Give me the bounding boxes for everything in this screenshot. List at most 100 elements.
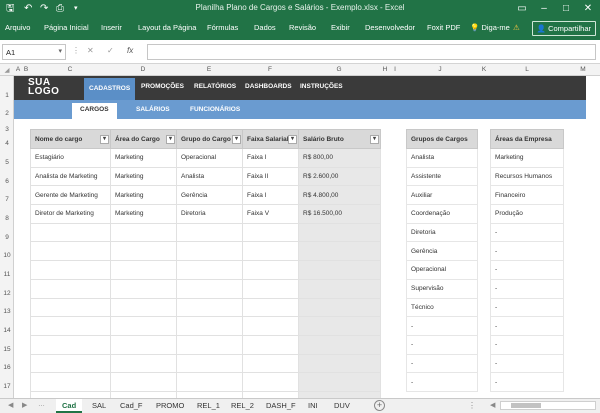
- col-header[interactable]: M: [566, 66, 600, 73]
- filter-dropdown-icon[interactable]: ▾: [166, 135, 175, 144]
- cell[interactable]: [30, 278, 111, 299]
- sheet-tab-ini[interactable]: INI: [308, 401, 318, 410]
- cell[interactable]: [110, 372, 177, 392]
- list-item[interactable]: Financeiro: [490, 185, 564, 206]
- row-header[interactable]: 12: [0, 290, 14, 297]
- select-all-corner[interactable]: ◢: [0, 66, 14, 74]
- list-item[interactable]: Analista: [406, 148, 478, 168]
- sheet-tab-rel-2[interactable]: REL_2: [231, 401, 254, 410]
- row-header[interactable]: 7: [0, 196, 14, 203]
- list-item[interactable]: Coordenação: [406, 204, 478, 224]
- list-item[interactable]: -: [490, 223, 564, 243]
- list-item[interactable]: -: [406, 335, 478, 355]
- cell[interactable]: Marketing: [110, 148, 177, 168]
- col-header[interactable]: H: [380, 66, 390, 73]
- list-item[interactable]: -: [490, 279, 564, 299]
- tell-me[interactable]: 💡 Diga-me: [470, 23, 510, 32]
- cell[interactable]: Faixa V: [242, 204, 299, 224]
- tab-dados[interactable]: Dados: [254, 23, 276, 32]
- cell[interactable]: [176, 353, 243, 374]
- sheet-tab-cad-f[interactable]: Cad_F: [120, 401, 143, 410]
- tab-layout[interactable]: Layout da Página: [138, 23, 196, 32]
- list-item[interactable]: Marketing: [490, 148, 564, 168]
- cell[interactable]: [242, 278, 299, 299]
- cell[interactable]: R$ 800,00: [298, 148, 381, 168]
- sheet-tab-duv[interactable]: DUV: [334, 401, 350, 410]
- scrollbar-thumb[interactable]: [511, 403, 541, 408]
- nav-tab-relatorios[interactable]: RELATÓRIOS: [194, 83, 236, 90]
- list-item[interactable]: -: [490, 316, 564, 336]
- cell[interactable]: Faixa II: [242, 166, 299, 187]
- list-item[interactable]: -: [406, 316, 478, 336]
- cell[interactable]: [176, 260, 243, 280]
- cell[interactable]: Operacional: [176, 148, 243, 168]
- list-item[interactable]: -: [490, 260, 564, 280]
- cell[interactable]: [176, 372, 243, 392]
- name-box[interactable]: A1 ▾: [2, 44, 66, 60]
- row-header[interactable]: 15: [0, 346, 14, 353]
- cell[interactable]: [30, 260, 111, 280]
- cell[interactable]: [298, 372, 381, 392]
- insert-function-icon[interactable]: fx: [127, 46, 133, 55]
- list-item[interactable]: Assistente: [406, 167, 478, 187]
- list-item[interactable]: -: [490, 354, 564, 374]
- list-item[interactable]: -: [490, 241, 564, 262]
- more-sheets-icon[interactable]: …: [38, 401, 45, 408]
- tab-exibir[interactable]: Exibir: [331, 23, 350, 32]
- col-header[interactable]: L: [488, 66, 566, 73]
- col-header[interactable]: F: [242, 66, 298, 73]
- tab-foxit[interactable]: Foxit PDF: [427, 23, 460, 32]
- row-header[interactable]: 6: [0, 178, 14, 185]
- cell[interactable]: Estagiário: [30, 148, 111, 168]
- hscroll-left-icon[interactable]: ◀: [490, 401, 495, 409]
- cell[interactable]: [110, 222, 177, 243]
- warning-icon[interactable]: ⚠: [513, 23, 520, 32]
- sheet-tab-promo[interactable]: PROMO: [156, 401, 184, 410]
- share-button[interactable]: 👤 Compartilhar: [531, 21, 596, 36]
- list-item[interactable]: Recursos Humanos: [490, 167, 564, 187]
- row-header[interactable]: 17: [0, 383, 14, 390]
- cell[interactable]: [110, 260, 177, 280]
- filter-dropdown-icon[interactable]: ▾: [100, 135, 109, 144]
- cell[interactable]: [30, 353, 111, 374]
- row-header[interactable]: 1: [0, 92, 14, 99]
- cell[interactable]: [30, 241, 111, 262]
- tab-revisao[interactable]: Revisão: [289, 23, 316, 32]
- sheet-tab-rel-1[interactable]: REL_1: [197, 401, 220, 410]
- cell[interactable]: [298, 297, 381, 318]
- nav-tab-instrucoes[interactable]: INSTRUÇÕES: [300, 83, 343, 90]
- nav-tab-promocoes[interactable]: PROMOÇÕES: [141, 83, 184, 90]
- cell[interactable]: Faixa I: [242, 185, 299, 206]
- list-item[interactable]: Produção: [490, 204, 564, 224]
- row-header[interactable]: 9: [0, 234, 14, 241]
- list-item[interactable]: -: [406, 354, 478, 374]
- sheet-tab-dash-f[interactable]: DASH_F: [266, 401, 296, 410]
- row-header[interactable]: 10: [0, 252, 14, 259]
- list-item[interactable]: -: [490, 335, 564, 355]
- cell[interactable]: [110, 353, 177, 374]
- cell[interactable]: Marketing: [110, 166, 177, 187]
- cell[interactable]: Marketing: [110, 204, 177, 224]
- cell[interactable]: [242, 372, 299, 392]
- subtab-funcionarios[interactable]: FUNCIONÁRIOS: [190, 106, 240, 113]
- cell[interactable]: Analista: [176, 166, 243, 187]
- list-item[interactable]: -: [490, 298, 564, 318]
- cell[interactable]: Marketing: [110, 185, 177, 206]
- tab-desenvolvedor[interactable]: Desenvolvedor: [365, 23, 415, 32]
- scroll-right-icon[interactable]: ▶: [22, 401, 27, 409]
- cell[interactable]: [242, 241, 299, 262]
- cell[interactable]: [30, 372, 111, 392]
- col-header[interactable]: A: [14, 66, 22, 73]
- tab-inserir[interactable]: Inserir: [101, 23, 122, 32]
- cell[interactable]: [298, 222, 381, 243]
- cell[interactable]: [110, 278, 177, 299]
- filter-dropdown-icon[interactable]: ▾: [370, 135, 379, 144]
- more-options-icon[interactable]: ⋮: [468, 401, 476, 410]
- close-icon[interactable]: ✕: [578, 1, 598, 16]
- col-header[interactable]: E: [176, 66, 242, 73]
- sheet-tab-sal[interactable]: SAL: [92, 401, 106, 410]
- cell[interactable]: R$ 2.600,00: [298, 166, 381, 187]
- col-header[interactable]: G: [298, 66, 380, 73]
- minimize-icon[interactable]: –: [534, 1, 554, 16]
- row-header[interactable]: 8: [0, 215, 14, 222]
